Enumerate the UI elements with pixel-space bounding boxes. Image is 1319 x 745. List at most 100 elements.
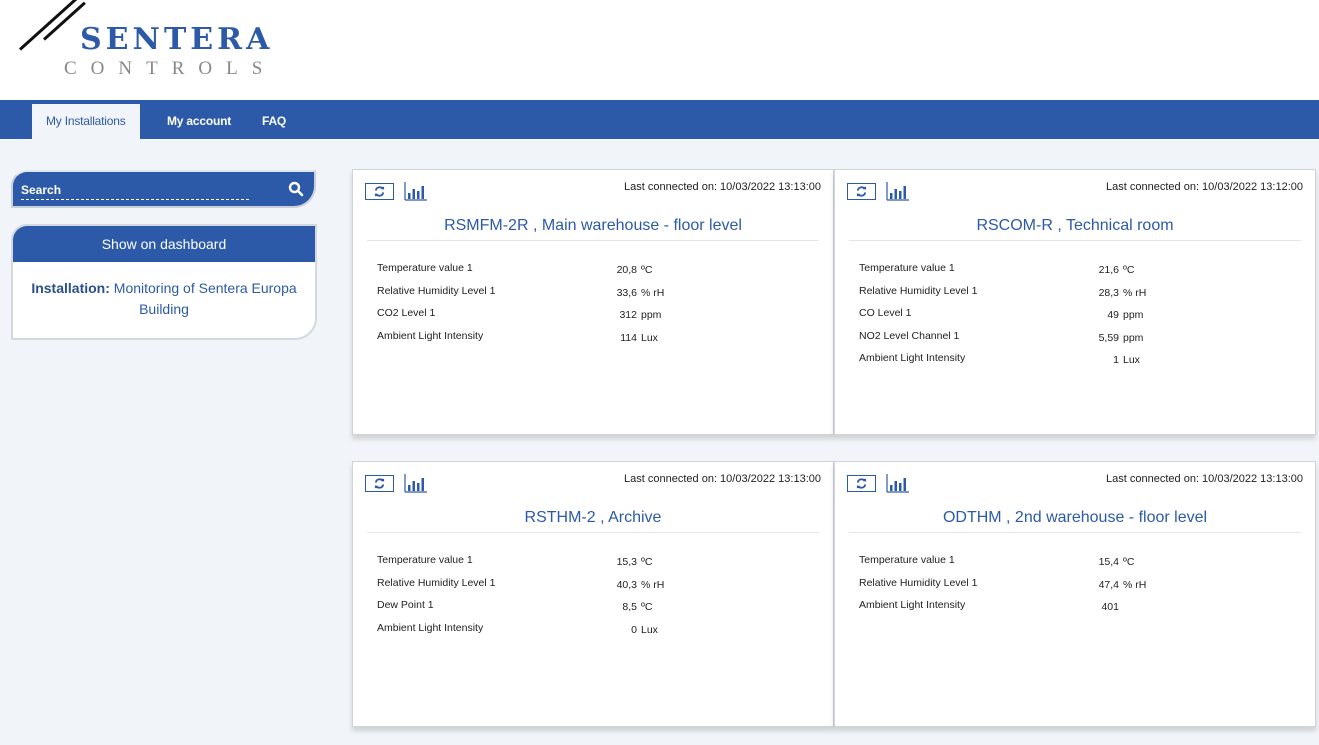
refresh-icon	[374, 478, 385, 489]
sensor-value: 0	[631, 623, 637, 636]
bar-chart-icon[interactable]	[404, 181, 428, 201]
sensor-row: CO2 Level 1 312 ppm	[377, 307, 817, 330]
sensor-label: Dew Point 1	[377, 599, 434, 612]
sensor-value: 28,3	[1098, 286, 1119, 299]
sensor-unit: ppm	[1123, 309, 1144, 322]
sensor-value: 20,8	[616, 264, 637, 276]
device-title: RSCOM-R , Technical room	[849, 217, 1301, 241]
refresh-button[interactable]	[847, 475, 876, 492]
sensor-unit: ºC	[641, 264, 653, 276]
bar-chart-icon[interactable]	[886, 473, 910, 493]
search-input[interactable]	[21, 180, 249, 200]
sensor-label: Temperature value 1	[859, 554, 955, 566]
sensor-value: 114	[620, 331, 637, 344]
sensor-label: Ambient Light Intensity	[377, 621, 484, 634]
show-on-dashboard-button[interactable]: Show on dashboard	[13, 226, 315, 262]
tab-my-account[interactable]: My account	[167, 104, 231, 139]
refresh-icon	[856, 186, 867, 197]
bar-chart-icon[interactable]	[886, 181, 910, 201]
sensor-value: 49	[1107, 309, 1119, 322]
sensor-unit: ppm	[641, 309, 662, 322]
sensor-value: 21,6	[1098, 264, 1119, 276]
sensor-row: Ambient Light Intensity 401	[859, 599, 1299, 622]
last-connected-text: Last connected on: 10/03/2022 13:13:00	[1106, 473, 1303, 485]
sensor-value: 1	[1113, 354, 1119, 367]
sensor-list: Temperature value 1 15,4 ºC Relative Humidi…	[859, 554, 1299, 622]
sensor-unit: % rH	[641, 578, 665, 591]
sensor-label: Temperature value 1	[377, 554, 473, 566]
sensor-list: Temperature value 1 15,3 ºC Relative Humidi…	[377, 554, 817, 644]
installation-label: Installation:	[31, 280, 110, 296]
installation-info: Installation: Monitoring of Sentera Euro…	[13, 262, 315, 336]
dashboard-panel: Show on dashboard Installation: Monitori…	[11, 224, 317, 340]
logo-sub-text: CONTROLS	[64, 58, 277, 79]
sensor-unit: Lux	[641, 623, 658, 636]
sensor-label: Temperature value 1	[859, 262, 955, 274]
sensor-row: Ambient Light Intensity 1 Lux	[859, 352, 1299, 375]
last-connected-text: Last connected on: 10/03/2022 13:13:00	[624, 473, 821, 485]
sensor-label: Relative Humidity Level 1	[377, 576, 496, 589]
sensor-list: Temperature value 1 20,8 ºC Relative Humidi…	[377, 262, 817, 352]
sensor-row: Relative Humidity Level 1 47,4 % rH	[859, 577, 1299, 600]
bar-chart-icon[interactable]	[404, 473, 428, 493]
header: SENTERA CONTROLS	[0, 0, 1319, 100]
device-card: Last connected on: 10/03/2022 13:13:00 O…	[834, 461, 1316, 727]
sensor-row: Relative Humidity Level 1 40,3 % rH	[377, 577, 817, 600]
last-connected-text: Last connected on: 10/03/2022 13:13:00	[624, 181, 821, 193]
sensor-unit: ºC	[1123, 264, 1135, 276]
sensor-label: Ambient Light Intensity	[859, 599, 966, 612]
sensor-unit: ºC	[641, 556, 653, 568]
sensor-unit: % rH	[1123, 578, 1147, 591]
sensor-row: CO Level 1 49 ppm	[859, 307, 1299, 330]
sensor-unit: ºC	[1123, 556, 1135, 568]
sensor-label: NO2 Level Channel 1	[859, 329, 960, 342]
refresh-button[interactable]	[365, 183, 394, 200]
refresh-button[interactable]	[847, 183, 876, 200]
sensor-value: 15,4	[1098, 556, 1119, 568]
sensor-unit: ppm	[1123, 331, 1144, 344]
sensor-label: Relative Humidity Level 1	[859, 576, 978, 589]
sensor-row: Temperature value 1 21,6 ºC	[859, 262, 1299, 285]
sensor-unit: % rH	[1123, 286, 1147, 299]
sensor-row: Ambient Light Intensity 114 Lux	[377, 330, 817, 353]
sensor-row: NO2 Level Channel 1 5,59 ppm	[859, 330, 1299, 353]
sentera-logo[interactable]: SENTERA CONTROLS	[18, 0, 288, 82]
sensor-unit: ºC	[641, 601, 653, 614]
sensor-value: 33,6	[616, 286, 637, 299]
tab-my-installations[interactable]: My Installations	[32, 104, 140, 139]
sensor-row: Ambient Light Intensity 0 Lux	[377, 622, 817, 645]
device-card: Last connected on: 10/03/2022 13:13:00 R…	[352, 169, 834, 435]
sensor-label: Temperature value 1	[377, 262, 473, 274]
device-title: RSTHM-2 , Archive	[367, 509, 819, 533]
sensor-value: 47,4	[1098, 578, 1119, 591]
sensor-label: Ambient Light Intensity	[859, 352, 966, 365]
sensor-row: Relative Humidity Level 1 33,6 % rH	[377, 285, 817, 308]
sensor-row: Temperature value 1 15,3 ºC	[377, 554, 817, 577]
sensor-unit: % rH	[641, 286, 665, 299]
last-connected-text: Last connected on: 10/03/2022 13:12:00	[1106, 181, 1303, 193]
installation-name[interactable]: Monitoring of Sentera Europa Building	[114, 280, 297, 317]
sensor-row: Relative Humidity Level 1 28,3 % rH	[859, 285, 1299, 308]
search-box	[11, 170, 316, 208]
search-icon[interactable]	[288, 181, 304, 197]
sensor-value: 8,5	[622, 601, 637, 614]
device-card: Last connected on: 10/03/2022 13:12:00 R…	[834, 169, 1316, 435]
sensor-label: Ambient Light Intensity	[377, 329, 484, 342]
sensor-row: Temperature value 1 20,8 ºC	[377, 262, 817, 285]
sensor-list: Temperature value 1 21,6 ºC Relative Humidi…	[859, 262, 1299, 375]
sensor-label: Relative Humidity Level 1	[377, 284, 496, 297]
sensor-unit: Lux	[641, 331, 658, 344]
main-nav: My Installations My account FAQ	[0, 100, 1319, 139]
sensor-unit: Lux	[1123, 354, 1140, 367]
tab-faq[interactable]: FAQ	[262, 104, 286, 139]
sensor-value: 40,3	[616, 578, 637, 591]
device-card: Last connected on: 10/03/2022 13:13:00 R…	[352, 461, 834, 727]
logo-brand-text: SENTERA	[80, 22, 274, 57]
sensor-row: Temperature value 1 15,4 ºC	[859, 554, 1299, 577]
refresh-icon	[374, 186, 385, 197]
sensor-label: Relative Humidity Level 1	[859, 284, 978, 297]
sensor-value: 312	[619, 309, 637, 322]
sensor-row: Dew Point 1 8,5 ºC	[377, 599, 817, 622]
refresh-button[interactable]	[365, 475, 394, 492]
device-title: ODTHM , 2nd warehouse - floor level	[849, 509, 1301, 533]
